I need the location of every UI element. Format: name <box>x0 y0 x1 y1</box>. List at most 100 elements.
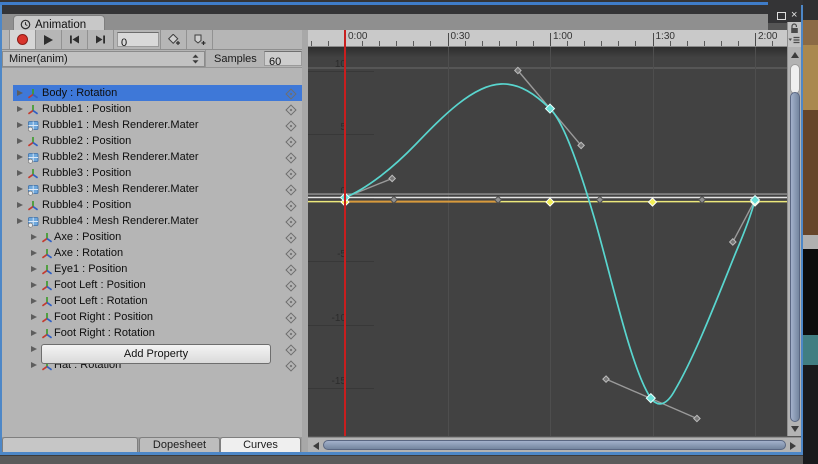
samples-field[interactable] <box>264 51 302 66</box>
horizontal-scrollbar[interactable] <box>308 437 801 452</box>
property-label: Rubble2 : Position <box>42 135 131 147</box>
property-row-foot-left-rotation[interactable]: Foot Left : Rotation <box>13 293 302 309</box>
foldout-arrow-icon[interactable] <box>31 362 37 368</box>
property-row-rubble3-position[interactable]: Rubble3 : Position <box>13 165 302 181</box>
foldout-arrow-icon[interactable] <box>17 138 23 144</box>
property-row-rubble3-mesh-renderer-mater[interactable]: Rubble3 : Mesh Renderer.Mater <box>13 181 302 197</box>
curve-key-indicator-icon[interactable] <box>285 280 296 291</box>
property-row-rubble4-mesh-renderer-mater[interactable]: Rubble4 : Mesh Renderer.Mater <box>13 213 302 229</box>
curve-key-indicator-icon[interactable] <box>285 104 296 115</box>
property-row-eye1-position[interactable]: Eye1 : Position <box>13 261 302 277</box>
curve-key-indicator-icon[interactable] <box>285 184 296 195</box>
curve-key-indicator-icon[interactable] <box>285 216 296 227</box>
add-property-button[interactable]: Add Property <box>41 344 271 364</box>
tangent-handle-icon[interactable] <box>389 175 395 181</box>
property-row-foot-left-position[interactable]: Foot Left : Position <box>13 277 302 293</box>
add-keyframe-button[interactable] <box>160 30 187 49</box>
tangent-handle-icon[interactable] <box>730 239 736 245</box>
property-row-axe-rotation[interactable]: Axe : Rotation <box>13 245 302 261</box>
record-button[interactable] <box>9 30 36 49</box>
curve-key-indicator-icon[interactable] <box>285 296 296 307</box>
timeline-ruler[interactable]: 0:000:301:001:302:00 <box>308 30 787 47</box>
foldout-arrow-icon[interactable] <box>31 298 37 304</box>
curve-key-indicator-icon[interactable] <box>285 168 296 179</box>
tab-curves[interactable]: Curves <box>220 437 301 452</box>
clip-dropdown[interactable]: Miner(anim) <box>2 51 205 67</box>
foldout-arrow-icon[interactable] <box>31 314 37 320</box>
foldout-arrow-icon[interactable] <box>17 106 23 112</box>
tab-dopesheet[interactable]: Dopesheet <box>139 437 220 452</box>
current-frame-input[interactable] <box>118 37 158 50</box>
foldout-arrow-icon[interactable] <box>17 90 23 96</box>
foldout-arrow-icon[interactable] <box>31 282 37 288</box>
property-row-body-rotation[interactable]: Body : Rotation <box>13 85 302 101</box>
foldout-arrow-icon[interactable] <box>31 346 37 352</box>
body-rotation-curve[interactable] <box>345 84 755 404</box>
scroll-left-arrow-icon[interactable] <box>313 442 319 450</box>
scroll-up-arrow-icon[interactable] <box>791 52 799 58</box>
foldout-arrow-icon[interactable] <box>17 218 23 224</box>
curve-key-indicator-icon[interactable] <box>285 264 296 275</box>
foldout-arrow-icon[interactable] <box>17 186 23 192</box>
current-frame-field[interactable] <box>117 32 159 47</box>
curve-key-indicator-icon[interactable] <box>285 88 296 99</box>
tangent-handle-icon[interactable] <box>694 415 700 421</box>
vertical-zoom-handle[interactable] <box>790 64 800 94</box>
tangent-handle-line[interactable] <box>733 200 755 242</box>
scroll-down-arrow-icon[interactable] <box>791 426 799 432</box>
foldout-arrow-icon[interactable] <box>31 330 37 336</box>
add-event-button[interactable] <box>186 30 213 49</box>
curve-key-indicator-icon[interactable] <box>285 328 296 339</box>
property-row-foot-right-position[interactable]: Foot Right : Position <box>13 309 302 325</box>
scroll-right-arrow-icon[interactable] <box>790 442 796 450</box>
property-row-rubble4-position[interactable]: Rubble4 : Position <box>13 197 302 213</box>
samples-input[interactable] <box>265 56 301 69</box>
property-row-rubble1-mesh-renderer-mater[interactable]: Rubble1 : Mesh Renderer.Mater <box>13 117 302 133</box>
foldout-arrow-icon[interactable] <box>17 122 23 128</box>
curve-key-indicator-icon[interactable] <box>285 120 296 131</box>
vertical-scroll-thumb[interactable] <box>790 92 800 422</box>
property-row-rubble2-mesh-renderer-mater[interactable]: Rubble2 : Mesh Renderer.Mater <box>13 149 302 165</box>
curve-key-indicator-icon[interactable] <box>285 152 296 163</box>
property-row-rubble2-position[interactable]: Rubble2 : Position <box>13 133 302 149</box>
next-keyframe-button[interactable] <box>87 30 114 49</box>
ruler-major-tick <box>755 33 756 46</box>
curve-key-indicator-icon[interactable] <box>285 136 296 147</box>
previous-keyframe-button[interactable] <box>61 30 88 49</box>
curve-key-indicator-icon[interactable] <box>285 312 296 323</box>
keyframe-yellow[interactable] <box>546 198 554 206</box>
ruler-major-tick <box>550 33 551 46</box>
foldout-arrow-icon[interactable] <box>17 154 23 160</box>
mesh-renderer-icon <box>27 183 39 195</box>
horizontal-scroll-thumb[interactable] <box>323 440 786 450</box>
curve-editor-canvas[interactable]: 1050-5-10-15 <box>308 47 787 436</box>
property-row-axe-position[interactable]: Axe : Position <box>13 229 302 245</box>
curve-key-indicator-icon[interactable] <box>285 360 296 371</box>
close-icon[interactable]: × <box>791 10 797 20</box>
foldout-arrow-icon[interactable] <box>17 202 23 208</box>
foldout-arrow-icon[interactable] <box>31 266 37 272</box>
curve-key-indicator-icon[interactable] <box>285 200 296 211</box>
play-button[interactable] <box>35 30 62 49</box>
property-label: Rubble2 : Mesh Renderer.Mater <box>42 151 199 163</box>
curve-key-indicator-icon[interactable] <box>285 344 296 355</box>
clock-icon <box>20 19 31 30</box>
foldout-arrow-icon[interactable] <box>31 234 37 240</box>
lock-icon[interactable] <box>789 23 800 34</box>
playhead-ruler-marker[interactable] <box>344 30 346 47</box>
vertical-scrollbar[interactable] <box>787 22 801 436</box>
maximize-icon[interactable] <box>777 12 786 20</box>
tangent-handle-icon[interactable] <box>603 376 609 382</box>
property-row-rubble1-position[interactable]: Rubble1 : Position <box>13 101 302 117</box>
playhead-line[interactable] <box>344 47 346 436</box>
desktop-background <box>0 455 803 464</box>
property-row-foot-right-rotation[interactable]: Foot Right : Rotation <box>13 325 302 341</box>
foldout-arrow-icon[interactable] <box>17 170 23 176</box>
record-icon <box>17 34 28 45</box>
context-menu-icon[interactable] <box>788 36 800 45</box>
keyframe-yellow[interactable] <box>649 198 657 206</box>
foldout-arrow-icon[interactable] <box>31 250 37 256</box>
curve-key-indicator-icon[interactable] <box>285 248 296 259</box>
curve-key-indicator-icon[interactable] <box>285 232 296 243</box>
desktop-background <box>803 20 818 45</box>
